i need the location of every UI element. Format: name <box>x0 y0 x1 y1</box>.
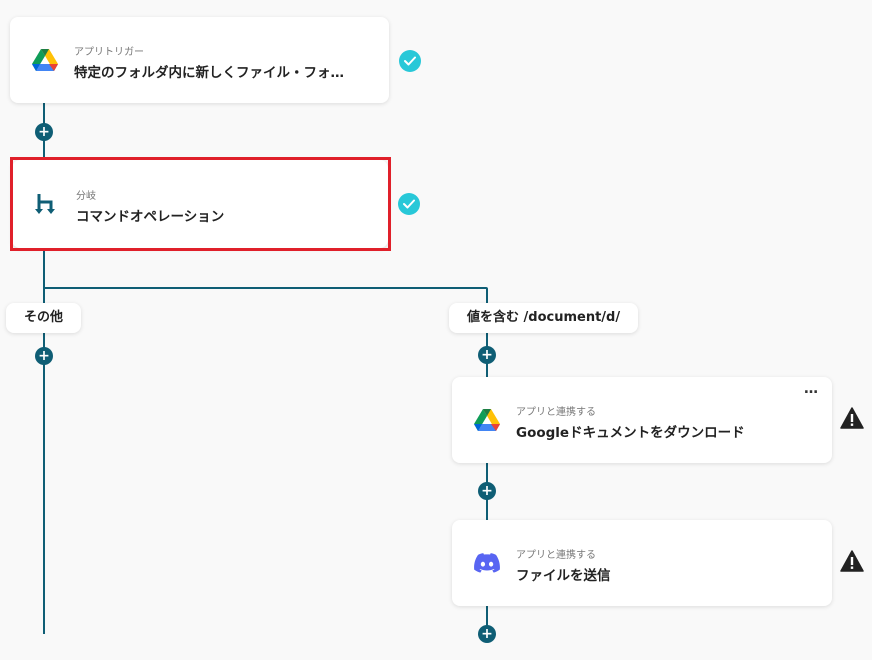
add-step-button[interactable]: + <box>478 482 496 500</box>
more-menu-button[interactable]: … <box>804 381 819 397</box>
warning-icon <box>840 407 864 429</box>
trigger-title: 特定のフォルダ内に新しくファイル・フォ… <box>74 65 344 81</box>
add-step-button[interactable]: + <box>478 625 496 643</box>
send-step-title: ファイルを送信 <box>516 568 611 584</box>
check-icon <box>399 50 421 72</box>
add-step-button[interactable]: + <box>35 347 53 365</box>
add-step-button[interactable]: + <box>478 346 496 364</box>
google-drive-icon <box>474 409 500 431</box>
trigger-subtitle: アプリトリガー <box>74 47 144 58</box>
selection-highlight <box>10 157 391 251</box>
check-icon <box>398 193 420 215</box>
branch-label-contains[interactable]: 値を含む /document/d/ <box>449 303 639 333</box>
download-step-title: Googleドキュメントをダウンロード <box>516 425 745 441</box>
connector-line <box>43 287 486 289</box>
trigger-card[interactable]: アプリトリガー 特定のフォルダ内に新しくファイル・フォ… <box>10 17 389 103</box>
discord-icon <box>474 553 500 573</box>
send-step-subtitle: アプリと連携する <box>516 550 596 561</box>
send-step-card[interactable]: アプリと連携する ファイルを送信 <box>452 520 832 606</box>
warning-icon <box>840 550 864 572</box>
add-step-button[interactable]: + <box>35 123 53 141</box>
branch-label-other[interactable]: その他 <box>6 303 82 333</box>
google-drive-icon <box>32 49 58 71</box>
download-step-card[interactable]: アプリと連携する Googleドキュメントをダウンロード … <box>452 377 832 463</box>
download-step-subtitle: アプリと連携する <box>516 407 596 418</box>
